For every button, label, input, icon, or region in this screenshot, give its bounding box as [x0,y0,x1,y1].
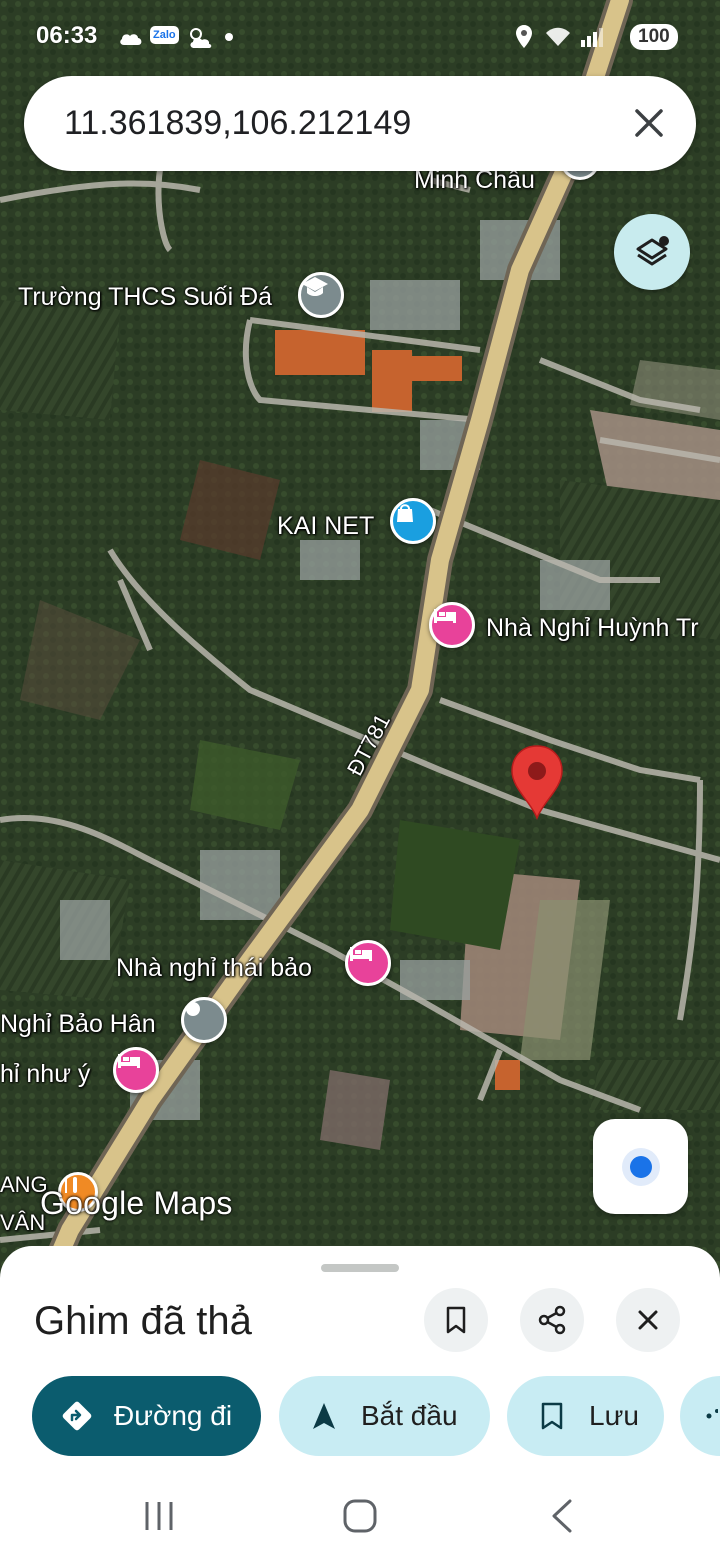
search-query[interactable]: 11.361839,106.212149 [64,104,411,143]
google-maps-logo: Google Maps [40,1185,233,1221]
weather-icon [190,28,212,48]
recent-apps-icon[interactable] [142,1498,176,1534]
zalo-icon: Zalo [150,26,179,44]
share-button[interactable] [520,1288,584,1352]
map-label-nha-nghi-thai-bao[interactable]: Nhà nghỉ thái bảo [116,954,312,983]
bed-icon [118,1054,140,1068]
layers-icon [636,236,669,266]
status-bar: 06:33 Zalo 100 [0,16,720,60]
cloud-icon [120,34,142,45]
home-icon[interactable] [342,1498,378,1534]
battery-indicator: 100 [630,24,678,50]
notification-dot-icon [225,33,233,41]
status-time: 06:33 [36,22,98,49]
share-icon [538,1305,566,1335]
map-label-van[interactable]: VÂN [0,1210,45,1236]
search-bar[interactable]: 11.361839,106.212149 [24,76,696,171]
wifi-icon [546,27,570,46]
back-icon[interactable] [548,1498,574,1534]
start-chip[interactable]: Bắt đầu [279,1376,490,1456]
map-label-nghi-bao-han[interactable]: Nghỉ Bảo Hân [0,1010,156,1039]
system-nav-bar [0,1490,720,1560]
bookmark-button[interactable] [424,1288,488,1352]
map-poi-school[interactable] [298,272,344,318]
share-chip[interactable] [680,1376,720,1456]
school-icon [302,277,328,296]
my-location-icon [629,1155,652,1178]
bookmark-icon [535,1399,569,1433]
map-poi-shop[interactable] [390,498,436,544]
bookmark-icon [446,1306,466,1334]
my-location-button[interactable] [593,1119,688,1214]
bed-icon [350,947,372,961]
close-sheet-button[interactable] [616,1288,680,1352]
map-label-kai-net[interactable]: KAI NET [277,512,374,541]
shopping-bag-icon [397,504,413,522]
save-chip[interactable]: Lưu [507,1376,664,1456]
map-poi-hotel-huynh[interactable] [429,602,475,648]
map-imagery [0,0,720,1300]
map-layers-button[interactable] [614,214,690,290]
signal-icon [581,28,603,47]
circle-marker-icon [186,1002,200,1016]
place-title: Ghim đã thả [34,1299,252,1343]
close-icon[interactable] [630,104,668,142]
directions-chip[interactable]: Đường đi [32,1376,261,1456]
satellite-map[interactable]: Minh Châu Trường THCS Suối Đá KAI NET Nh… [0,0,720,1300]
navigation-arrow-icon [307,1399,341,1433]
bed-icon [434,609,456,623]
close-icon [638,1310,658,1330]
dropped-pin-icon[interactable] [509,744,565,820]
directions-icon [60,1399,94,1433]
map-label-nghi-nhu-y[interactable]: hỉ như ý [0,1060,90,1089]
map-poi-hotel-thai-bao[interactable] [345,940,391,986]
map-label-nha-nghi-huynh[interactable]: Nhà Nghỉ Huỳnh Tr [486,614,699,643]
map-poi-hotel-nhu-y[interactable] [113,1047,159,1093]
map-poi-bao-han[interactable] [181,997,227,1043]
drag-handle[interactable] [321,1264,399,1272]
share-icon [706,1409,718,1419]
location-icon [516,25,532,48]
start-label: Bắt đầu [361,1400,458,1431]
directions-label: Đường đi [114,1400,233,1431]
map-label-truong-thcs[interactable]: Trường THCS Suối Đá [18,283,272,312]
save-label: Lưu [589,1400,639,1431]
